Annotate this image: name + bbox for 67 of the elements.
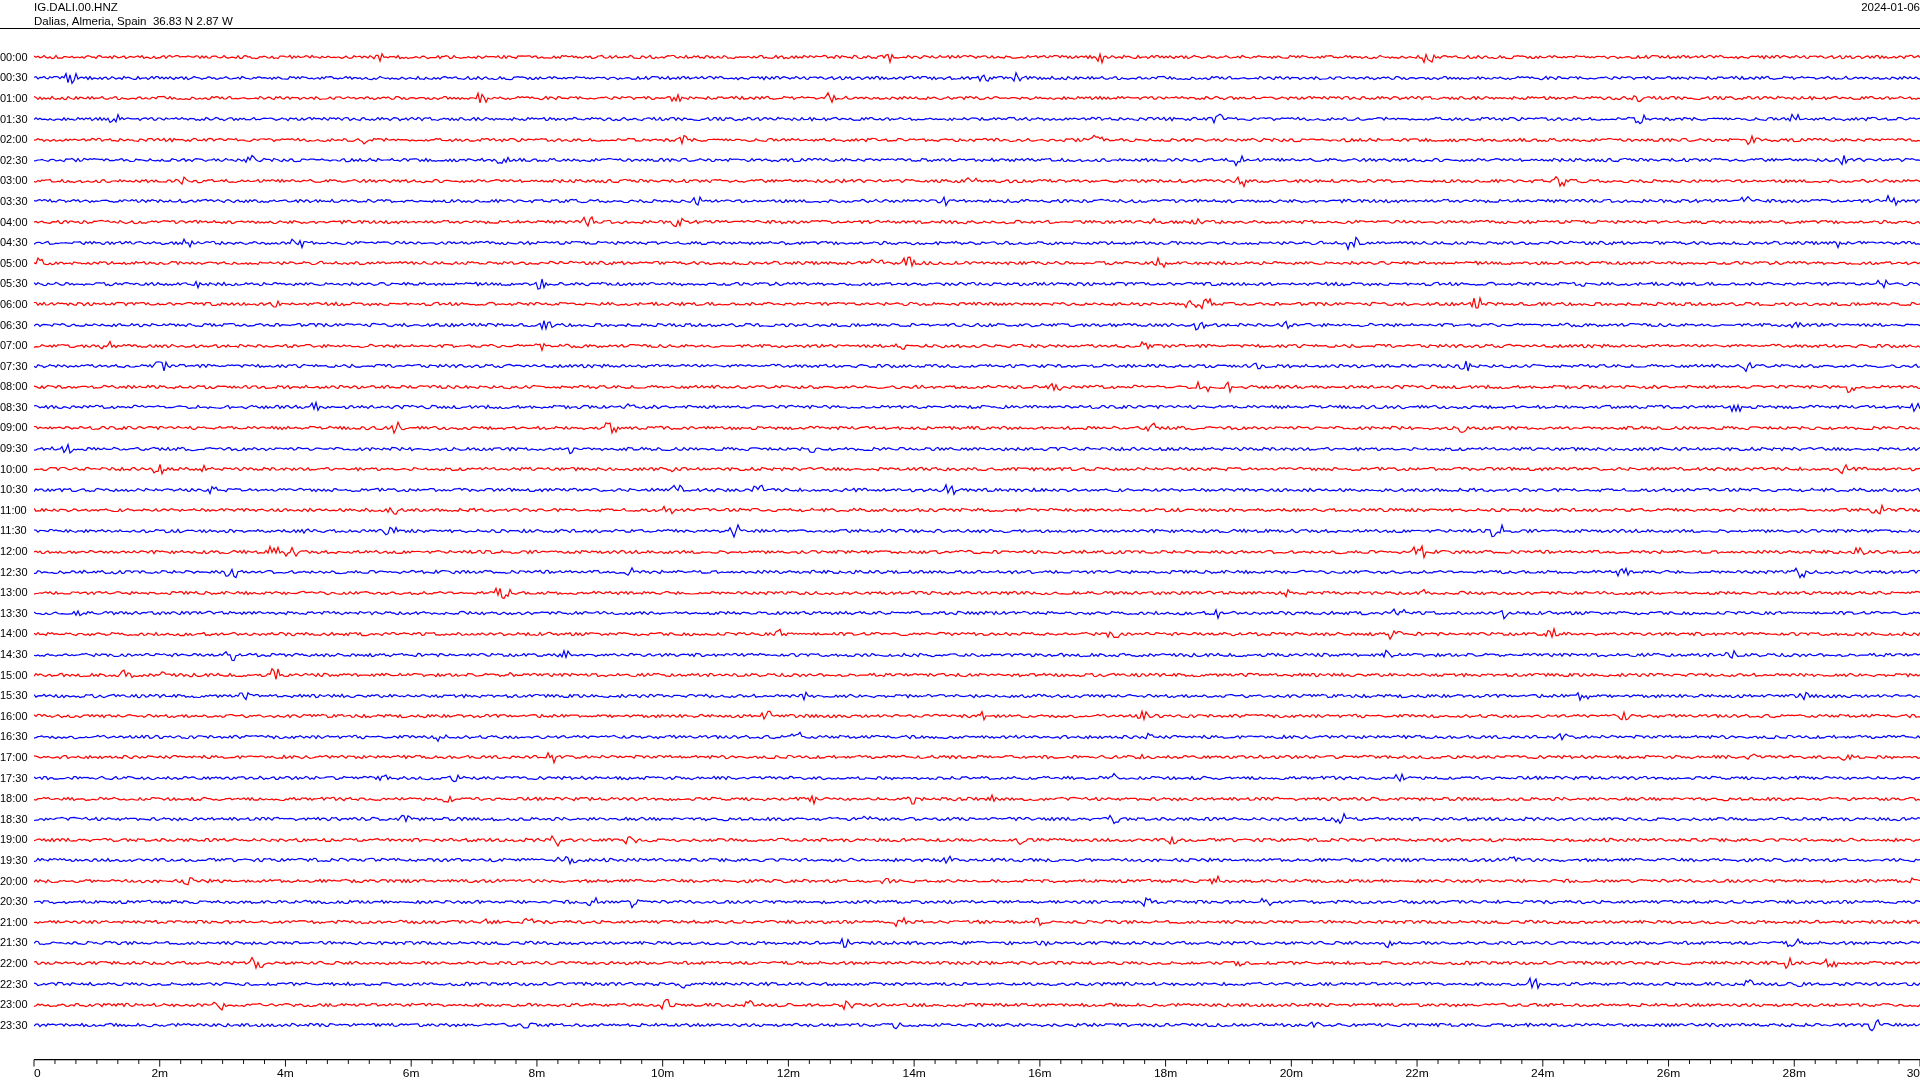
time-label: 04:30: [0, 236, 29, 250]
time-label: 21:30: [0, 936, 29, 950]
time-label: 07:30: [0, 359, 29, 373]
time-label: 18:30: [0, 812, 29, 826]
axis-label: 16m: [1028, 1067, 1052, 1079]
time-label: 02:30: [0, 153, 29, 167]
time-label: 12:30: [0, 565, 29, 579]
time-label: 02:00: [0, 133, 29, 147]
time-label: 18:00: [0, 792, 29, 806]
time-label: 09:00: [0, 421, 29, 435]
time-label: 04:00: [0, 215, 29, 229]
time-label: 00:00: [0, 50, 29, 64]
time-label: 10:30: [0, 483, 29, 497]
time-label: 08:30: [0, 400, 29, 414]
time-label: 05:00: [0, 256, 29, 270]
time-label: 12:00: [0, 545, 29, 559]
time-label: 08:00: [0, 380, 29, 394]
axis-label: 0: [34, 1067, 41, 1079]
station-code: IG.DALI.00.HNZ: [34, 0, 119, 14]
axis-label: 4m: [277, 1067, 294, 1079]
station-location: Dalias, Almeria, Spain 36.83 N 2.87 W: [34, 14, 233, 28]
record-date: 2024-01-06: [1861, 0, 1920, 14]
time-label: 22:30: [0, 977, 29, 991]
time-label: 23:00: [0, 998, 29, 1012]
time-label: 00:30: [0, 71, 29, 85]
time-label: 19:30: [0, 853, 29, 867]
time-label: 13:00: [0, 586, 29, 600]
time-label: 17:00: [0, 751, 29, 764]
time-label: 20:00: [0, 874, 29, 888]
time-label: 01:30: [0, 112, 29, 126]
time-label: 01:00: [0, 92, 29, 105]
time-label: 16:00: [0, 709, 29, 723]
time-label: 09:30: [0, 442, 29, 456]
time-label: 03:30: [0, 194, 29, 208]
time-label: 15:00: [0, 668, 29, 682]
time-label: 03:00: [0, 174, 29, 188]
time-label: 11:30: [0, 524, 28, 538]
time-label: 11:00: [0, 503, 28, 517]
time-label: 07:00: [0, 339, 29, 353]
time-label: 19:00: [0, 833, 29, 847]
time-label: 14:00: [0, 627, 29, 641]
axis-label: 12m: [776, 1067, 801, 1079]
axis-label: 2m: [151, 1067, 169, 1079]
axis-label: 10m: [651, 1067, 675, 1079]
axis-label: 6m: [402, 1067, 420, 1079]
time-label: 06:30: [0, 318, 29, 332]
axis-label: 18m: [1153, 1067, 1178, 1079]
axis-label: 28m: [1782, 1067, 1806, 1079]
time-label: 05:30: [0, 277, 29, 291]
time-label: 17:30: [0, 771, 29, 785]
time-label: 10:00: [0, 462, 29, 476]
time-label: 15:30: [0, 689, 29, 703]
axis-label: 30: [1906, 1067, 1920, 1079]
time-label: 13:30: [0, 606, 29, 620]
time-label: 21:00: [0, 915, 29, 929]
axis-label: 8m: [528, 1067, 546, 1079]
axis-label: 26m: [1656, 1067, 1681, 1079]
time-label: 23:30: [0, 1018, 29, 1032]
axis-label: 22m: [1405, 1067, 1429, 1079]
axis-label: 20m: [1279, 1067, 1303, 1079]
time-label: 06:00: [0, 297, 29, 311]
time-label: 22:00: [0, 956, 29, 970]
time-label: 16:30: [0, 730, 29, 744]
axis-label: 24m: [1531, 1067, 1555, 1079]
time-label: 14:30: [0, 648, 29, 661]
time-label: 20:30: [0, 895, 29, 909]
axis-label: 14m: [902, 1067, 926, 1079]
